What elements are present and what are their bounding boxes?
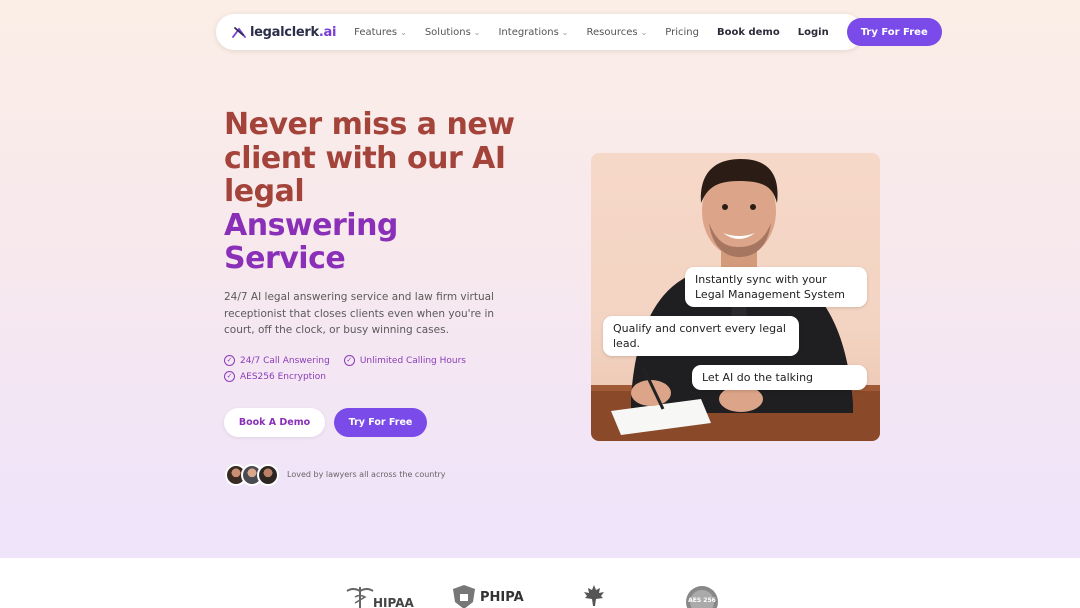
chevron-down-icon: ⌄ <box>640 27 648 37</box>
maple-leaf-icon <box>584 585 604 606</box>
shield-icon <box>453 585 475 608</box>
aes256-label: AES 256 <box>688 597 716 604</box>
headline-accent-1: Answering <box>224 207 398 243</box>
chat-bubble-talking: Let AI do the talking <box>692 365 867 390</box>
logo[interactable]: legalclerk.ai <box>232 25 336 40</box>
caduceus-icon <box>346 587 374 608</box>
nav-features[interactable]: Features ⌄ <box>354 27 407 38</box>
nav-integrations[interactable]: Integrations ⌄ <box>498 27 568 38</box>
feature-label: AES256 Encryption <box>240 371 326 382</box>
chevron-down-icon: ⌄ <box>561 27 569 37</box>
try-for-free-nav-button[interactable]: Try For Free <box>846 18 942 46</box>
avatar-group <box>225 464 279 486</box>
headline-line-3: legal <box>224 174 305 209</box>
headline-line-1: Never miss a new <box>224 107 515 142</box>
phipa-label: PHIPA <box>480 589 524 605</box>
headline-line-2: client with our AI <box>224 140 506 176</box>
feature-label: Unlimited Calling Hours <box>359 355 466 366</box>
hero-image-card: Instantly sync with your Legal Managemen… <box>591 153 880 441</box>
feature-item: ✓ Unlimited Calling Hours <box>343 355 466 366</box>
nav-solutions-label: Solutions <box>424 26 471 38</box>
nav-book-demo[interactable]: Book demo <box>717 27 780 38</box>
chevron-down-icon: ⌄ <box>400 27 407 37</box>
nav-login[interactable]: Login <box>798 27 829 38</box>
hipaa-label: HIPAA <box>373 596 414 608</box>
hero-headline: Never miss a new client with our AI lega… <box>224 108 564 276</box>
book-a-demo-button[interactable]: Book A Demo <box>224 408 325 437</box>
hero-subtext: 24/7 AI legal answering service and law … <box>224 291 495 336</box>
social-proof-text: Loved by lawyers all across the country <box>287 470 446 479</box>
phipa-badge: PHIPA <box>452 584 524 608</box>
chat-bubble-qualify: Qualify and convert every legal lead. <box>603 316 799 356</box>
hipaa-badge: HIPAA <box>345 584 414 608</box>
feature-list: ✓ 24/7 Call Answering ✓ Unlimited Calling … <box>224 355 524 382</box>
chevron-down-icon: ⌄ <box>473 27 481 37</box>
scales-icon <box>232 26 246 38</box>
nav-pricing[interactable]: Pricing <box>665 27 699 38</box>
check-circle-icon: ✓ <box>343 355 355 366</box>
check-circle-icon: ✓ <box>224 355 235 366</box>
chat-bubble-sync: Instantly sync with your Legal Managemen… <box>685 267 867 307</box>
nav-features-label: Features <box>354 26 398 38</box>
nav-resources[interactable]: Resources ⌄ <box>587 27 648 38</box>
check-circle-icon: ✓ <box>224 371 235 382</box>
feature-label: 24/7 Call Answering <box>240 355 330 366</box>
logo-suffix: .ai <box>318 24 337 40</box>
top-nav: legalclerk.ai Features ⌄ Solutions ⌄ Integ… <box>216 14 942 50</box>
compliance-strip <box>0 558 1080 608</box>
logo-text: legalclerk <box>250 24 319 40</box>
seal-icon <box>686 586 718 608</box>
nav-integrations-label: Integrations <box>498 26 559 38</box>
try-for-free-button[interactable]: Try For Free <box>334 408 427 437</box>
headline-accent-2: Service <box>224 241 346 276</box>
aes256-badge: AES 256 <box>684 584 720 608</box>
avatar <box>257 464 279 486</box>
feature-item: ✓ 24/7 Call Answering <box>224 355 330 366</box>
canada-badge <box>582 584 606 608</box>
feature-item: ✓ AES256 Encryption <box>224 371 326 382</box>
nav-solutions[interactable]: Solutions ⌄ <box>425 27 481 38</box>
nav-resources-label: Resources <box>586 26 638 38</box>
